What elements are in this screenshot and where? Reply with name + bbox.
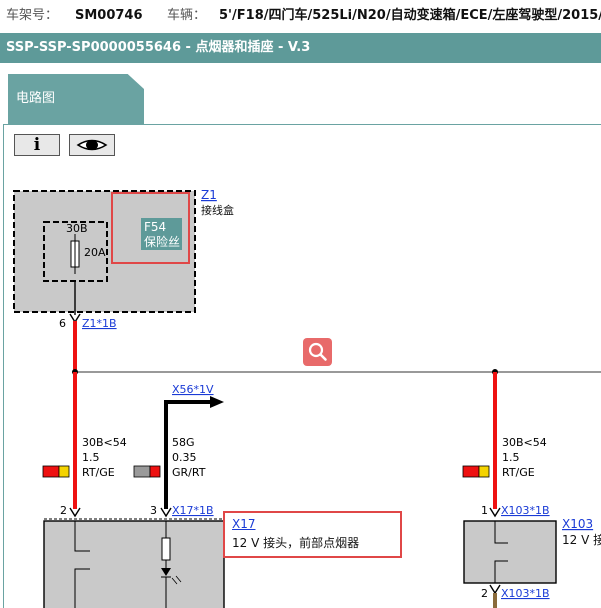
x17-link[interactable]: X17	[232, 517, 256, 531]
wire-right-label-1: 30B<54	[502, 436, 547, 449]
fuse-id-label: F54	[144, 220, 166, 234]
wire-mid-label-3: GR/RT	[172, 466, 206, 479]
pin-z1-number: 6	[59, 317, 66, 330]
zoom-in-icon	[308, 342, 327, 361]
z1-link[interactable]: Z1	[201, 188, 217, 202]
pin-x17-2-number: 2	[60, 504, 67, 517]
wire-left-label-3: RT/GE	[82, 466, 115, 479]
wire-color-swatch-left	[42, 465, 70, 478]
fuse-rating-label: 20A	[84, 246, 106, 259]
zoom-button[interactable]	[303, 338, 332, 366]
z1-description: 接线盒	[201, 203, 234, 217]
fuse-name-label: 保险丝	[144, 234, 180, 249]
pin-x103-1-link[interactable]: X103*1B	[501, 504, 550, 517]
pin-x103-1-number: 1	[481, 504, 488, 517]
pin-x17-link[interactable]: X17*1B	[172, 504, 214, 517]
wire-mid-label-1: 58G	[172, 436, 195, 449]
wire-left-label-1: 30B<54	[82, 436, 127, 449]
wire-right-label-2: 1.5	[502, 451, 520, 464]
x56-link[interactable]: X56*1V	[172, 383, 214, 396]
wire-color-swatch-mid	[133, 465, 161, 478]
fuse-terminal-label: 30B	[66, 222, 88, 235]
component-x103[interactable]	[463, 520, 557, 584]
x17-callout: X17 12 V 接头，前部点烟器	[223, 511, 402, 558]
wire-color-swatch-right	[462, 465, 490, 478]
wire-mid-label-2: 0.35	[172, 451, 197, 464]
pin-x103-2-number: 2	[481, 587, 488, 600]
arrow-right-icon	[210, 396, 224, 408]
resistor-symbol	[161, 537, 171, 561]
wire-right-label-3: RT/GE	[502, 466, 535, 479]
x103-link[interactable]: X103	[562, 517, 593, 531]
x17-description: 12 V 接头，前部点烟器	[232, 536, 360, 550]
component-x17[interactable]	[43, 520, 225, 608]
pin-x103-2-link[interactable]: X103*1B	[501, 587, 550, 600]
pin-x17-3-number: 3	[150, 504, 157, 517]
pin-z1-link[interactable]: Z1*1B	[82, 317, 117, 330]
wire-left-label-2: 1.5	[82, 451, 100, 464]
x103-description: 12 V 接	[562, 532, 601, 547]
